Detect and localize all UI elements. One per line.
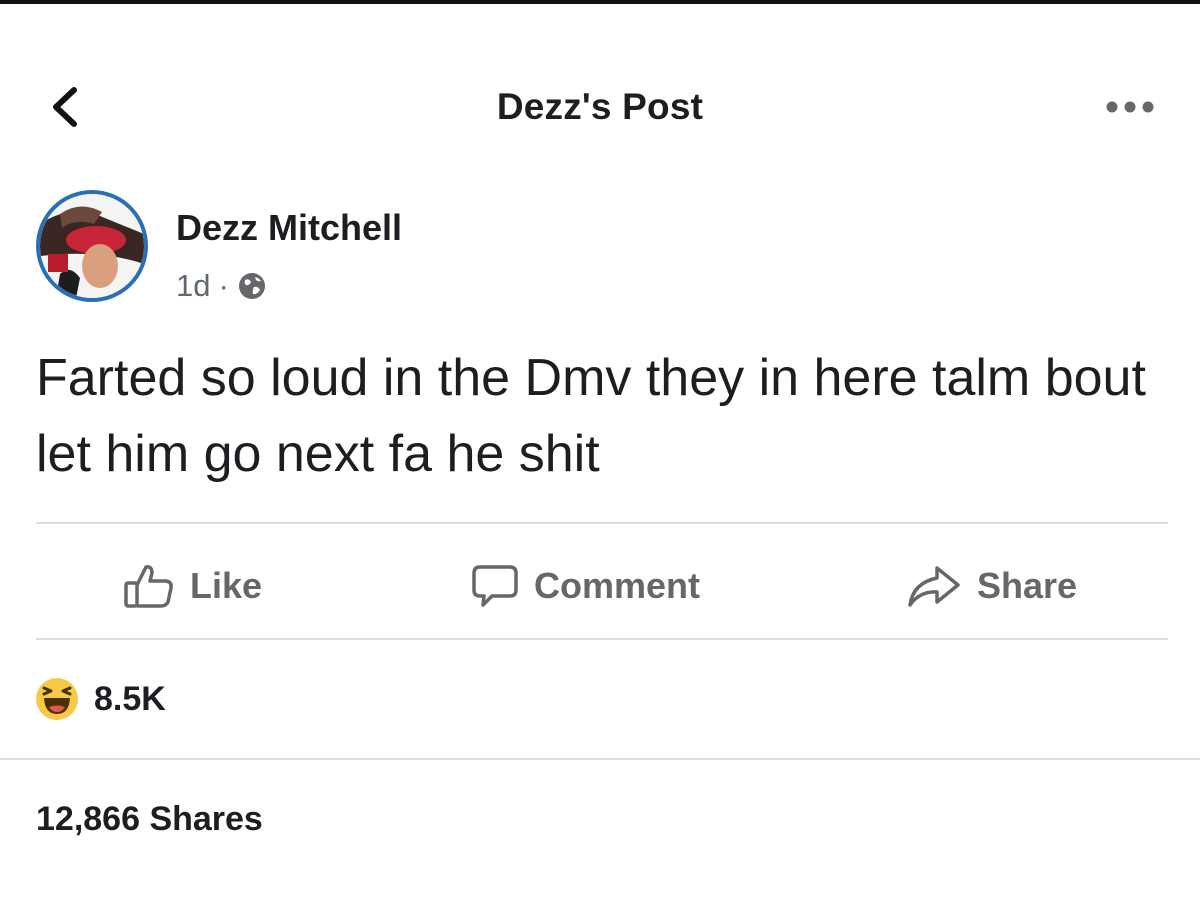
like-label: Like [190,565,263,606]
post-meta: 1d · [176,268,267,304]
top-edge-strip [0,0,1200,4]
page-title: Dezz's Post [496,86,704,127]
divider-bottom [0,758,1200,760]
reaction-count: 8.5K [94,679,166,718]
speech-bubble-icon [472,565,518,607]
comment-button[interactable]: Comment [470,556,700,616]
post-page: Dezz's Post Dezz Mitchell 1d · Farted so… [0,0,1200,915]
reaction-summary[interactable]: 8.5K [34,676,166,722]
avatar[interactable] [36,190,148,302]
more-horizontal-icon [1106,101,1154,113]
laughing-emoji-icon [36,678,78,720]
comment-label: Comment [534,565,701,606]
share-arrow-icon [908,566,960,607]
globe-icon [238,273,265,299]
author-name[interactable]: Dezz Mitchell [176,207,402,249]
post-text: Farted so loud in the Dmv they in here t… [36,349,1146,483]
post-timestamp[interactable]: 1d [176,268,210,304]
share-button[interactable]: Share [905,556,1077,616]
thumbs-up-icon [124,565,173,608]
divider-top [36,522,1168,524]
profile-photo [40,194,144,298]
like-button[interactable]: Like [122,556,262,616]
share-label: Share [977,565,1078,606]
shares-count[interactable]: 12,866 Shares [36,800,263,839]
meta-separator: · [218,268,229,303]
more-options-button[interactable] [1098,92,1162,122]
divider-middle [36,638,1168,640]
